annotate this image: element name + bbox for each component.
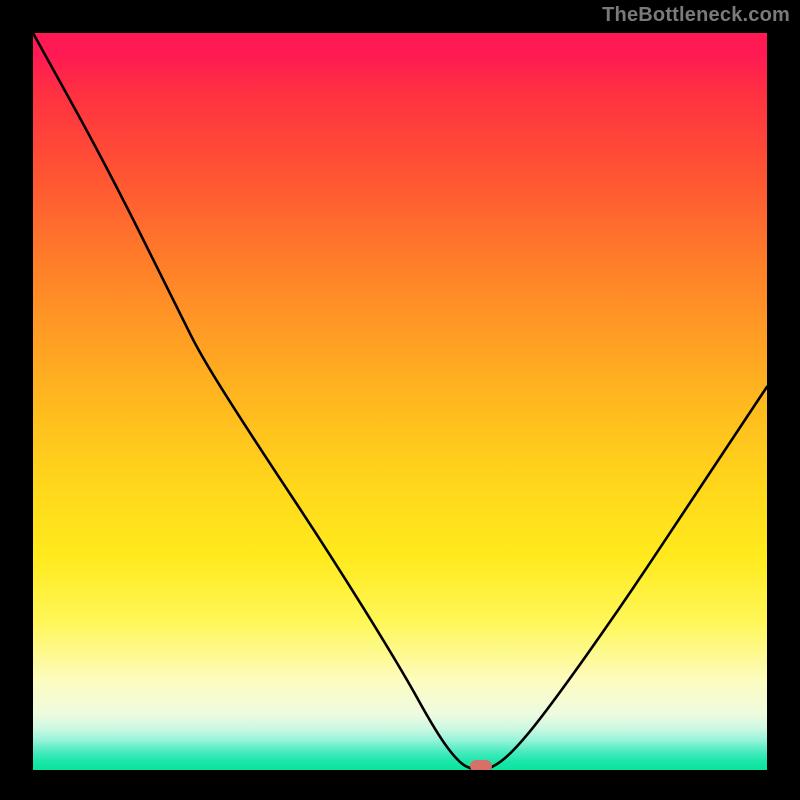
optimum-marker: [470, 760, 492, 770]
watermark-text: TheBottleneck.com: [602, 4, 790, 27]
background-gradient: [33, 33, 767, 770]
chart-frame: TheBottleneck.com: [0, 0, 800, 800]
plot-area: [33, 33, 767, 770]
